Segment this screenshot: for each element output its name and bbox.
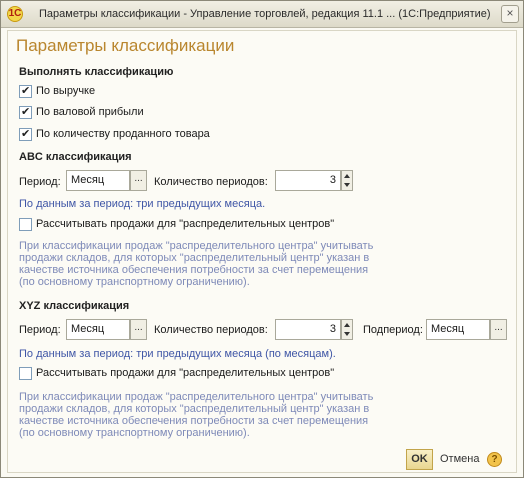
title-bar[interactable]: 1С Параметры классификации - Управление … (1, 1, 523, 28)
xyz-subperiod-select-button[interactable]: ... (490, 319, 507, 340)
dialog-window: 1С Параметры классификации - Управление … (0, 0, 524, 478)
app-logo-icon: 1С (7, 6, 23, 22)
xyz-period-select-button[interactable]: ... (130, 319, 147, 340)
abc-heading: ABC классификация (19, 151, 132, 163)
abc-period-input[interactable]: Месяц (66, 170, 130, 191)
gross-profit-label[interactable]: По валовой прибыли (36, 106, 144, 118)
abc-count-label: Количество периодов: (154, 176, 268, 188)
abc-period-select-button[interactable]: ... (130, 170, 147, 191)
abc-period-note: По данным за период: три предыдущих меся… (19, 198, 266, 210)
xyz-heading: XYZ классификация (19, 300, 130, 312)
xyz-period-note: По данным за период: три предыдущих меся… (19, 348, 336, 360)
abc-dc-label[interactable]: Рассчитывать продажи для "распределитель… (36, 218, 334, 230)
close-button[interactable]: × (501, 5, 519, 23)
xyz-count-input[interactable]: 3 (275, 319, 341, 340)
quantity-sold-checkbox[interactable] (19, 127, 32, 141)
quantity-sold-label[interactable]: По количеству проданного товара (36, 128, 210, 140)
xyz-period-label: Период: (19, 324, 61, 336)
xyz-count-stepper[interactable] (341, 319, 353, 340)
xyz-dc-label[interactable]: Рассчитывать продажи для "распределитель… (36, 367, 334, 379)
gross-profit-checkbox[interactable] (19, 105, 32, 119)
xyz-dc-hint: При классификации продаж "распределитель… (19, 391, 374, 439)
revenue-label[interactable]: По выручке (36, 85, 95, 97)
abc-dc-hint: При классификации продаж "распределитель… (19, 240, 374, 288)
xyz-subperiod-label: Подпериод: (363, 324, 423, 336)
xyz-dc-checkbox[interactable] (19, 367, 32, 380)
window-title: Параметры классификации - Управление тор… (39, 8, 491, 20)
abc-period-label: Период: (19, 176, 61, 188)
form-title: Параметры классификации (16, 36, 235, 55)
abc-count-stepper[interactable] (341, 170, 353, 191)
form-content: Параметры классификации Выполнять класси… (7, 30, 517, 473)
revenue-checkbox[interactable] (19, 84, 32, 98)
xyz-subperiod-input[interactable]: Месяц (426, 319, 490, 340)
xyz-period-input[interactable]: Месяц (66, 319, 130, 340)
xyz-count-label: Количество периодов: (154, 324, 268, 336)
abc-count-input[interactable]: 3 (275, 170, 341, 191)
ok-button[interactable]: OK (406, 449, 433, 470)
classify-heading: Выполнять классификацию (19, 66, 174, 78)
abc-dc-checkbox[interactable] (19, 218, 32, 231)
help-icon[interactable]: ? (487, 452, 502, 467)
cancel-button[interactable]: Отмена (440, 453, 479, 465)
